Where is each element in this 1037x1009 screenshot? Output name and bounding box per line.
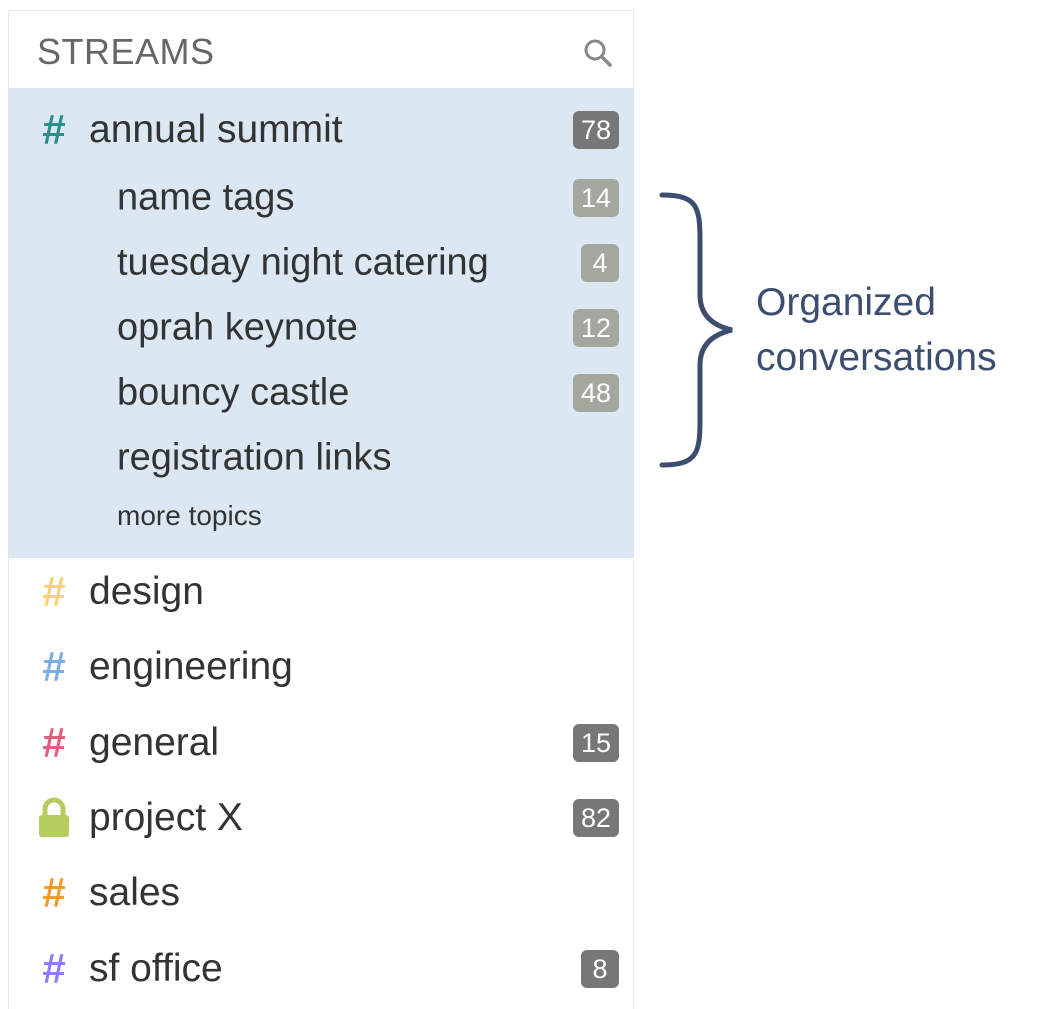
topic-row[interactable]: oprah keynote 12: [9, 300, 633, 356]
streams-sidebar: STREAMS # annual summit 78 name tags 14 …: [8, 10, 634, 1009]
more-topics-link[interactable]: more topics: [117, 500, 262, 532]
stream-row-project-x[interactable]: project X 82: [9, 788, 633, 848]
topic-name: registration links: [117, 436, 392, 479]
annotation-callout: Organized conversations: [652, 185, 1037, 475]
topic-name: name tags: [117, 176, 295, 219]
unread-count-badge: 14: [572, 179, 619, 217]
topic-name: tuesday night catering: [117, 241, 489, 284]
topic-name: oprah keynote: [117, 306, 358, 349]
topic-row[interactable]: name tags 14: [9, 170, 633, 226]
unread-count-badge: 15: [572, 724, 619, 762]
hash-icon: #: [42, 869, 66, 916]
stream-name: annual summit: [89, 108, 343, 151]
stream-name: project X: [89, 796, 243, 839]
unread-count-badge: 48: [572, 374, 619, 412]
annotation-label: Organized conversations: [756, 275, 997, 385]
stream-row-engineering[interactable]: # engineering: [9, 637, 633, 697]
unread-count-badge: 78: [572, 111, 619, 149]
hash-icon: #: [42, 643, 66, 690]
page: STREAMS # annual summit 78 name tags 14 …: [0, 0, 1037, 1009]
stream-name: design: [89, 570, 204, 613]
stream-row-design[interactable]: # design: [9, 562, 633, 622]
stream-name: sf office: [89, 947, 223, 990]
curly-brace-icon: [659, 192, 733, 468]
unread-count-badge: 82: [572, 799, 619, 837]
stream-name: general: [89, 721, 220, 764]
active-stream-section: # annual summit 78 name tags 14 tuesday …: [9, 88, 633, 558]
hash-icon: #: [42, 719, 66, 766]
lock-icon: [39, 797, 69, 837]
streams-header: STREAMS: [9, 11, 633, 88]
stream-row-sf-office[interactable]: # sf office 8: [9, 939, 633, 999]
stream-row-general[interactable]: # general 15: [9, 713, 633, 773]
topic-row[interactable]: tuesday night catering 4: [9, 235, 633, 291]
hash-icon: #: [42, 106, 66, 153]
hash-icon: #: [42, 568, 66, 615]
search-icon[interactable]: [583, 38, 613, 68]
stream-row-annual-summit[interactable]: # annual summit 78: [9, 100, 633, 160]
streams-title: STREAMS: [37, 31, 215, 72]
stream-name: sales: [89, 871, 181, 914]
topic-row[interactable]: bouncy castle 48: [9, 365, 633, 421]
unread-count-badge: 4: [581, 244, 619, 282]
annotation-line: Organized: [756, 281, 936, 324]
hash-icon: #: [42, 945, 66, 992]
stream-row-sales[interactable]: # sales: [9, 863, 633, 923]
unread-count-badge: 8: [581, 950, 619, 988]
annotation-line: conversations: [756, 336, 997, 379]
unread-count-badge: 12: [572, 309, 619, 347]
topic-name: bouncy castle: [117, 371, 350, 414]
stream-name: engineering: [89, 645, 293, 688]
topic-row[interactable]: registration links: [9, 430, 633, 486]
